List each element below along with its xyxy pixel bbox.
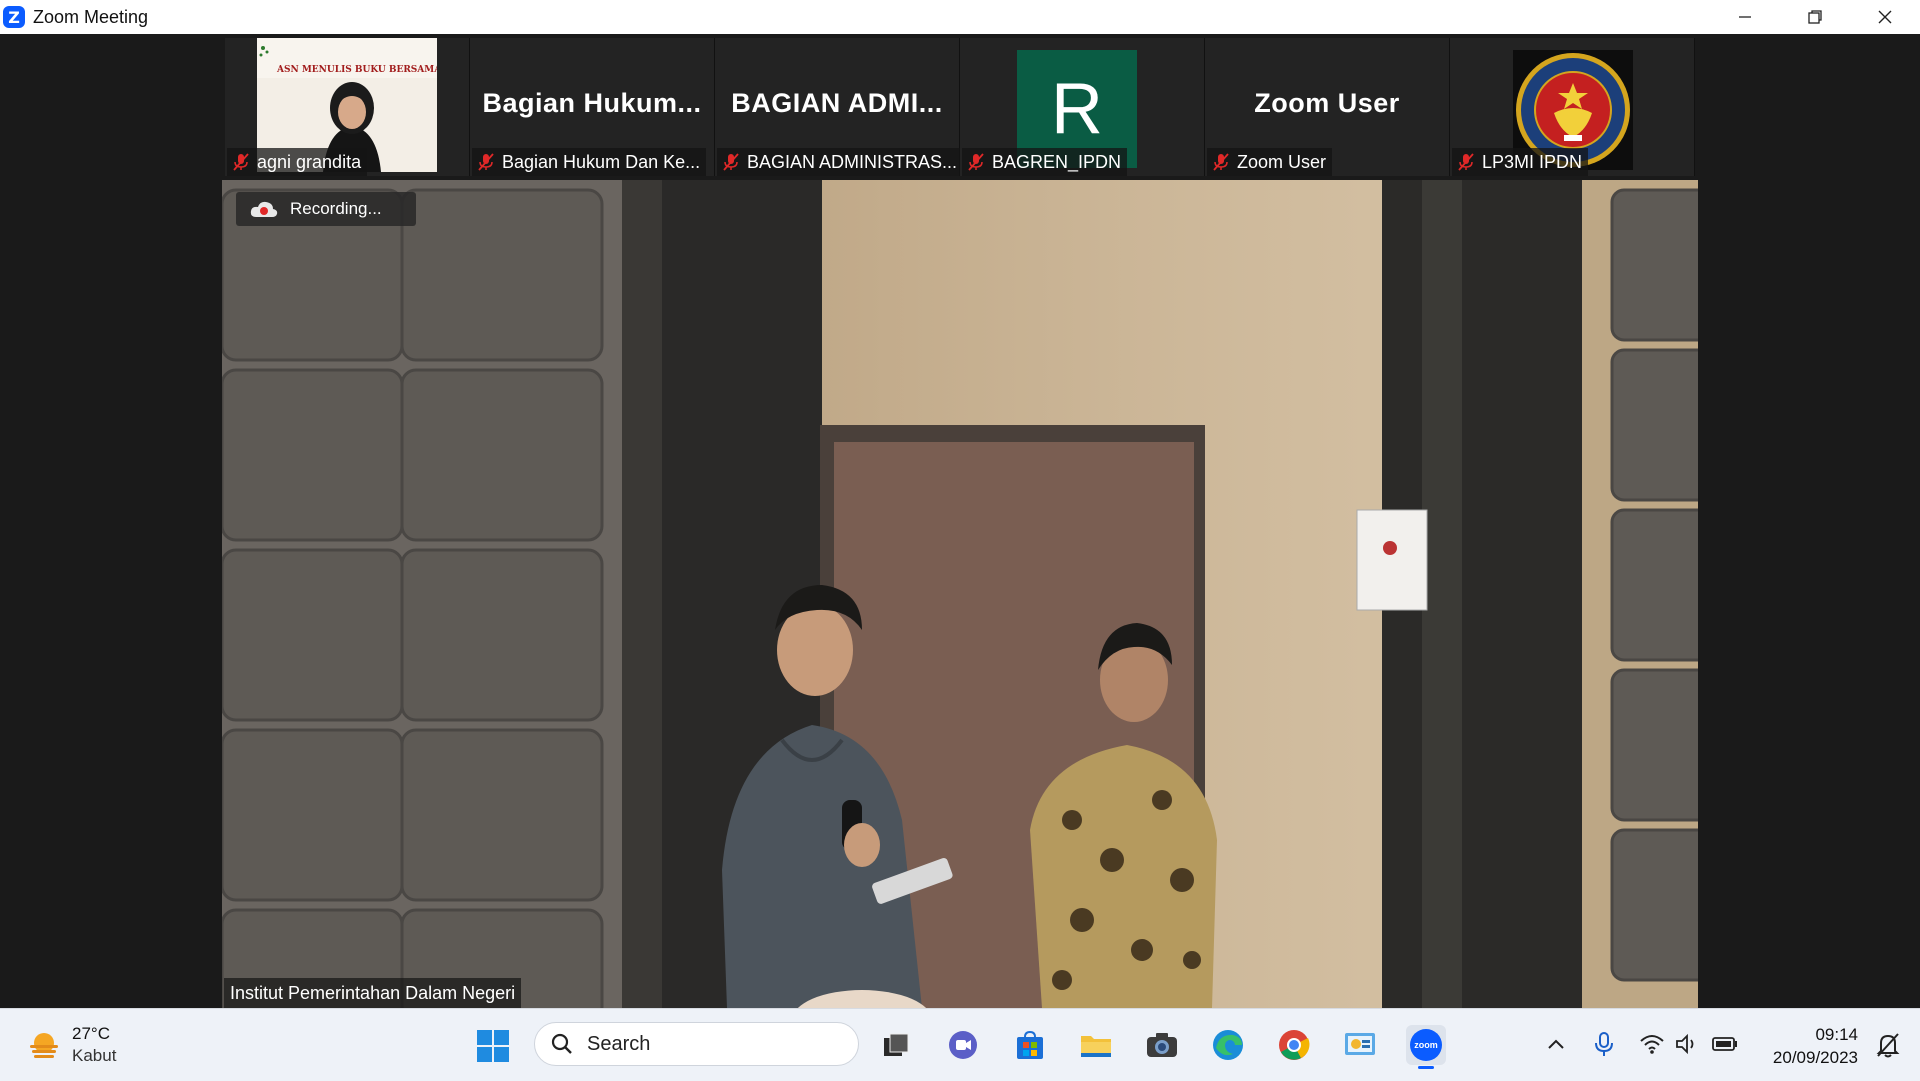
microsoft-store-button[interactable] — [1010, 1025, 1050, 1065]
chrome-browser-button[interactable] — [1274, 1025, 1314, 1065]
taskbar-search[interactable] — [534, 1022, 859, 1066]
recording-label: Recording... — [290, 199, 382, 218]
participant-tile[interactable]: LP3MI IPDN — [1450, 38, 1695, 176]
svg-text:ASN MENULIS BUKU BERSAMA: ASN MENULIS BUKU BERSAMA — [276, 65, 437, 75]
participant-strip: ASN MENULIS BUKU BERSAMA agni grandita B… — [225, 38, 1695, 176]
window-controls — [1710, 0, 1920, 34]
participant-name: agni grandita — [257, 151, 362, 172]
mic-muted-icon — [1458, 153, 1474, 171]
mic-muted-icon — [478, 153, 494, 171]
window-title: Zoom Meeting — [33, 6, 149, 27]
battery-tray-button[interactable] — [1710, 1029, 1740, 1059]
meeting-area: ASN MENULIS BUKU BERSAMA agni grandita B… — [0, 34, 1920, 1008]
participant-name: Bagian Hukum Dan Ke... — [502, 151, 701, 172]
weather-condition: Kabut — [72, 1046, 117, 1065]
participant-name: BAGIAN ADMINISTRAS... — [747, 151, 958, 172]
speaker-name-label: Institut Pemerintahan Dalam Negeri — [224, 978, 522, 1008]
clock-date: 20/09/2023 — [1772, 1048, 1858, 1067]
restore-icon — [1808, 10, 1822, 24]
mic-muted-icon — [723, 153, 739, 171]
camera-button[interactable] — [1142, 1025, 1182, 1065]
battery-icon — [1712, 1037, 1737, 1051]
show-hidden-icons-button[interactable] — [1541, 1029, 1571, 1059]
zoom-app-button[interactable]: zoom — [1406, 1025, 1446, 1069]
microsoft-store-icon — [1017, 1030, 1043, 1059]
main-speaker-video[interactable]: Recording... Institut Pemerintahan Dalam… — [222, 180, 1698, 1008]
participant-name-bar: Zoom User — [1207, 148, 1333, 176]
participant-name-bar: LP3MI IPDN — [1452, 148, 1589, 176]
chrome-icon — [1279, 1030, 1310, 1060]
minimize-icon — [1739, 16, 1751, 18]
zoom-logo-icon: Z — [3, 6, 25, 28]
title-bar: Z Zoom Meeting — [0, 0, 1920, 34]
chevron-up-icon — [1548, 1039, 1564, 1049]
teams-chat-icon — [949, 1031, 977, 1059]
weather-temperature: 27°C — [72, 1024, 110, 1043]
clock-time: 09:14 — [1815, 1025, 1858, 1044]
search-input[interactable] — [585, 1031, 819, 1057]
weather-widget[interactable]: 27°C Kabut — [26, 1023, 116, 1067]
edge-browser-button[interactable] — [1208, 1025, 1248, 1065]
camera-icon — [1147, 1033, 1177, 1057]
file-explorer-button[interactable] — [1076, 1025, 1116, 1065]
minimize-button[interactable] — [1710, 0, 1780, 34]
close-button[interactable] — [1850, 0, 1920, 34]
participant-tile[interactable]: Bagian Hukum... Bagian Hukum Dan Ke... — [470, 38, 715, 176]
restore-button[interactable] — [1780, 0, 1850, 34]
wifi-icon — [1640, 1035, 1664, 1054]
task-view-icon — [884, 1033, 909, 1056]
participant-display-name: Zoom User — [1254, 88, 1400, 118]
windows-start-button[interactable] — [476, 1029, 510, 1063]
mic-muted-icon — [1213, 153, 1229, 171]
participant-name-bar: agni grandita — [227, 148, 368, 176]
teams-chat-button[interactable] — [943, 1025, 983, 1065]
speaker-video-frame — [222, 180, 1698, 1008]
notification-bell-icon[interactable] — [1874, 1031, 1902, 1059]
system-clock[interactable]: 09:14 20/09/2023 — [1773, 1023, 1858, 1069]
participant-tile[interactable]: Zoom User Zoom User — [1205, 38, 1450, 176]
participant-name: Zoom User — [1237, 151, 1327, 172]
wifi-tray-button[interactable] — [1637, 1029, 1667, 1059]
control-panel-button[interactable] — [1340, 1025, 1380, 1065]
speaker-volume-icon — [1676, 1033, 1694, 1055]
participant-tile[interactable]: BAGIAN ADMI... BAGIAN ADMINISTRAS... — [715, 38, 964, 176]
recording-indicator[interactable]: Recording... — [236, 192, 416, 226]
microphone-tray-button[interactable] — [1589, 1029, 1619, 1059]
participant-name-bar: BAGIAN ADMINISTRAS... — [717, 148, 964, 176]
participant-display-name: Bagian Hukum... — [482, 88, 702, 118]
participant-name: BAGREN_IPDN — [992, 151, 1122, 172]
zoom-app-label: zoom — [1414, 1040, 1438, 1050]
weather-fog-icon — [30, 1033, 58, 1058]
cloud-recording-icon — [250, 201, 278, 217]
participant-tile[interactable]: ASN MENULIS BUKU BERSAMA agni grandita — [225, 38, 470, 176]
participant-display-name: BAGIAN ADMI... — [731, 88, 943, 118]
task-view-button[interactable] — [876, 1025, 916, 1065]
taskbar: 27°C Kabut zoom — [0, 1008, 1920, 1081]
edge-icon — [1213, 1030, 1243, 1060]
mic-muted-icon — [968, 153, 984, 171]
participant-tile[interactable]: R BAGREN_IPDN — [960, 38, 1205, 176]
microphone-icon — [1595, 1032, 1613, 1056]
mic-muted-icon — [233, 153, 249, 171]
active-app-indicator — [1418, 1066, 1434, 1069]
close-icon — [1878, 10, 1892, 24]
folder-icon — [1081, 1036, 1111, 1057]
participant-name: LP3MI IPDN — [1482, 151, 1583, 172]
participant-name-bar: Bagian Hukum Dan Ke... — [472, 148, 707, 176]
volume-tray-button[interactable] — [1672, 1029, 1702, 1059]
participant-name-bar: BAGREN_IPDN — [962, 148, 1128, 176]
search-icon — [551, 1033, 572, 1054]
control-panel-icon — [1345, 1033, 1375, 1055]
